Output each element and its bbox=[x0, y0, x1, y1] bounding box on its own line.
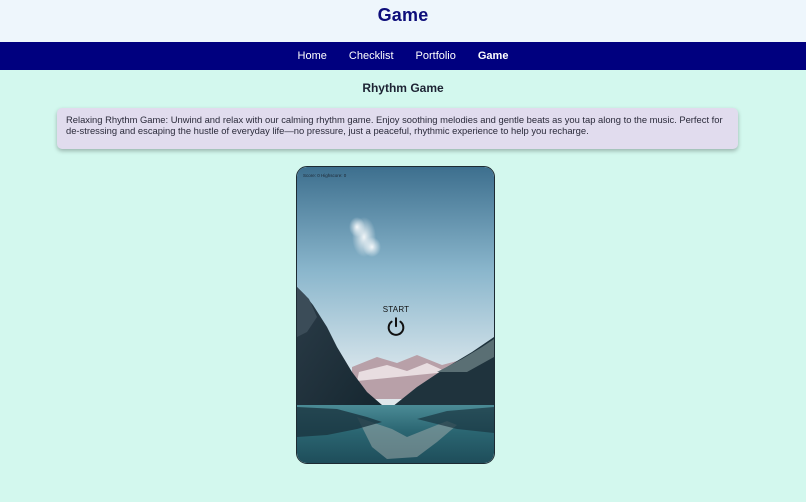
site-header: Game bbox=[0, 0, 806, 42]
nav-checklist-link[interactable]: Checklist bbox=[349, 50, 394, 62]
game-canvas[interactable]: Score: 0 Highscore: 0 START bbox=[296, 166, 495, 464]
nav-home-link[interactable]: Home bbox=[298, 50, 327, 62]
power-icon bbox=[387, 317, 405, 336]
nav-game-link[interactable]: Game bbox=[478, 50, 509, 62]
game-description: Relaxing Rhythm Game: Unwind and relax w… bbox=[57, 108, 738, 149]
nav-portfolio-link[interactable]: Portfolio bbox=[416, 50, 456, 62]
start-label: START bbox=[382, 305, 410, 314]
navbar: Home Checklist Portfolio Game bbox=[0, 42, 806, 70]
section-title: Rhythm Game bbox=[362, 81, 444, 95]
score-readout: Score: 0 Highscore: 0 bbox=[303, 173, 347, 178]
page-title: Game bbox=[377, 5, 429, 25]
start-button[interactable]: START bbox=[375, 305, 417, 343]
